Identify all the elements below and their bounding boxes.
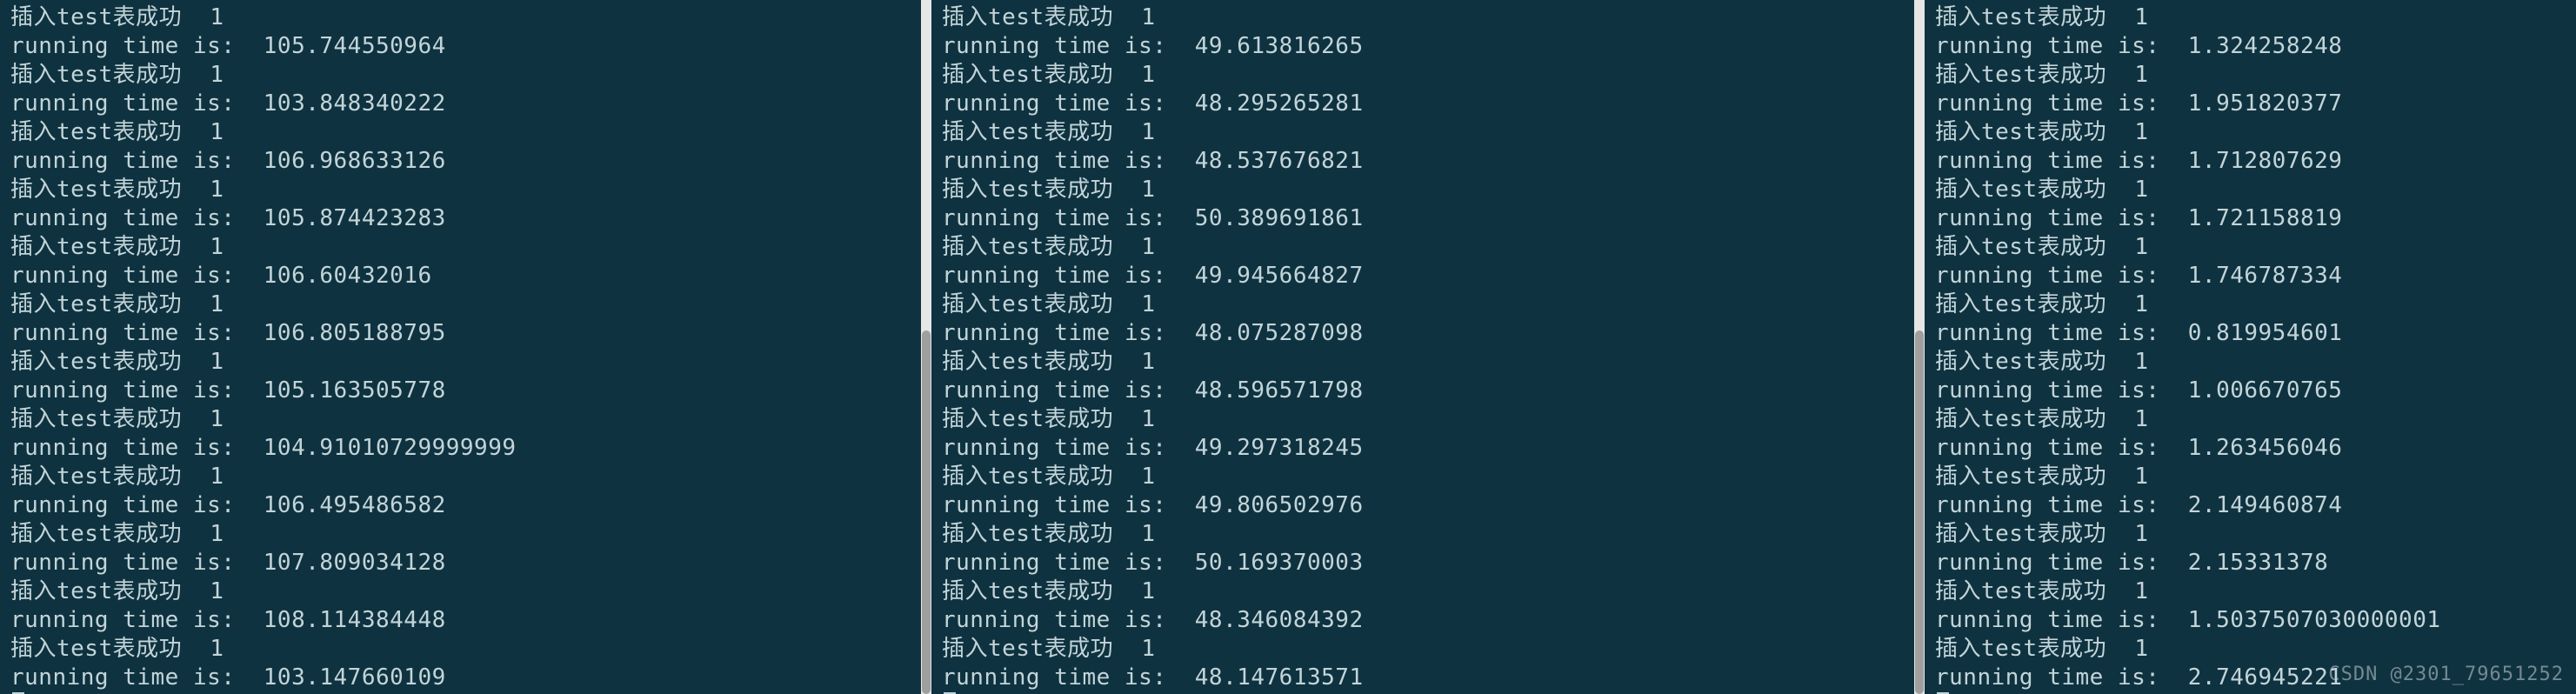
running-time-line: running time is: 104.91010729999999 [10,434,921,463]
running-time-line: running time is: 50.389691861 [942,204,1914,233]
running-time-line: running time is: 103.147660109 [10,664,921,692]
insert-success-line: 插入test表成功 1 [10,405,921,434]
insert-success-line: 插入test表成功 1 [1935,405,2576,434]
terminal-output[interactable]: 插入test表成功 1running time is: 105.74455096… [0,0,921,694]
insert-success-line: 插入test表成功 1 [10,118,921,147]
insert-success-line: 插入test表成功 1 [942,520,1914,549]
running-time-line: running time is: 106.495486582 [10,491,921,520]
terminal-panes: 插入test表成功 1running time is: 105.74455096… [0,0,2576,694]
running-time-line: running time is: 2.15331378 [1935,549,2576,577]
running-time-line: running time is: 106.805188795 [10,319,921,348]
running-time-line: running time is: 107.809034128 [10,549,921,577]
running-time-line: running time is: 50.169370003 [942,549,1914,577]
insert-success-line: 插入test表成功 1 [10,3,921,32]
scrollbar[interactable] [1914,0,1925,694]
running-time-line: running time is: 1.006670765 [1935,377,2576,405]
running-time-line: running time is: 1.721158819 [1935,204,2576,233]
running-time-line: running time is: 103.848340222 [10,90,921,118]
insert-success-line: 插入test表成功 1 [942,233,1914,262]
running-time-line: running time is: 1.712807629 [1935,147,2576,176]
running-time-line: running time is: 49.613816265 [942,32,1914,61]
running-time-line: running time is: 1.951820377 [1935,90,2576,118]
insert-success-line: 插入test表成功 1 [1935,176,2576,204]
running-time-line: running time is: 105.874423283 [10,204,921,233]
insert-success-line: 插入test表成功 1 [1935,3,2576,32]
pane-3: 插入test表成功 1running time is: 1.324258248插… [1914,0,2576,694]
running-time-line: running time is: 0.819954601 [1935,319,2576,348]
pane-2: 插入test表成功 1running time is: 49.613816265… [921,0,1914,694]
scrollbar-thumb[interactable] [922,330,931,694]
running-time-line: running time is: 49.297318245 [942,434,1914,463]
running-time-line: running time is: 49.806502976 [942,491,1914,520]
running-time-line: running time is: 2.149460874 [1935,491,2576,520]
insert-success-line: 插入test表成功 1 [1935,520,2576,549]
scrollbar[interactable] [921,0,931,694]
insert-success-line: 插入test表成功 1 [942,118,1914,147]
scrollbar-thumb[interactable] [1915,330,1924,694]
running-time-line: running time is: 48.537676821 [942,147,1914,176]
insert-success-line: 插入test表成功 1 [1935,463,2576,491]
running-time-line: running time is: 48.346084392 [942,606,1914,635]
running-time-line: running time is: 106.968633126 [10,147,921,176]
insert-success-line: 插入test表成功 1 [1935,290,2576,319]
running-time-line: running time is: 108.114384448 [10,606,921,635]
running-time-line: running time is: 105.163505778 [10,377,921,405]
terminal-output[interactable]: 插入test表成功 1running time is: 1.324258248插… [1925,0,2576,694]
insert-success-line: 插入test表成功 1 [942,3,1914,32]
insert-success-line: 插入test表成功 1 [942,463,1914,491]
insert-success-line: 插入test表成功 1 [10,61,921,90]
insert-success-line: 插入test表成功 1 [1935,61,2576,90]
running-time-line: running time is: 105.744550964 [10,32,921,61]
insert-success-line: 插入test表成功 1 [942,348,1914,377]
insert-success-line: 插入test表成功 1 [10,233,921,262]
running-time-line: running time is: 48.596571798 [942,377,1914,405]
running-time-line: running time is: 48.295265281 [942,90,1914,118]
insert-success-line: 插入test表成功 1 [1935,348,2576,377]
insert-success-line: 插入test表成功 1 [1935,118,2576,147]
running-time-line: running time is: 48.075287098 [942,319,1914,348]
running-time-line: running time is: 1.746787334 [1935,262,2576,290]
insert-success-line: 插入test表成功 1 [10,348,921,377]
insert-success-line: 插入test表成功 1 [942,577,1914,606]
insert-success-line: 插入test表成功 1 [10,176,921,204]
insert-success-line: 插入test表成功 1 [1935,233,2576,262]
running-time-line: running time is: 1.5037507030000001 [1935,606,2576,635]
insert-success-line: 插入test表成功 1 [1935,577,2576,606]
pane-1: 插入test表成功 1running time is: 105.74455096… [0,0,921,694]
insert-success-line: 插入test表成功 1 [942,61,1914,90]
insert-success-line: 插入test表成功 1 [10,635,921,664]
running-time-line: running time is: 1.263456046 [1935,434,2576,463]
insert-success-line: 插入test表成功 1 [10,520,921,549]
insert-success-line: 插入test表成功 1 [10,577,921,606]
insert-success-line: 插入test表成功 1 [942,405,1914,434]
insert-success-line: 插入test表成功 1 [10,290,921,319]
running-time-line: running time is: 1.324258248 [1935,32,2576,61]
running-time-line: running time is: 49.945664827 [942,262,1914,290]
running-time-line: running time is: 48.147613571 [942,664,1914,692]
insert-success-line: 插入test表成功 1 [10,463,921,491]
terminal-output[interactable]: 插入test表成功 1running time is: 49.613816265… [931,0,1914,694]
insert-success-line: 插入test表成功 1 [942,290,1914,319]
insert-success-line: 插入test表成功 1 [942,176,1914,204]
insert-success-line: 插入test表成功 1 [942,635,1914,664]
running-time-line: running time is: 106.60432016 [10,262,921,290]
watermark: CSDN @2301_79651252 [2328,660,2564,689]
